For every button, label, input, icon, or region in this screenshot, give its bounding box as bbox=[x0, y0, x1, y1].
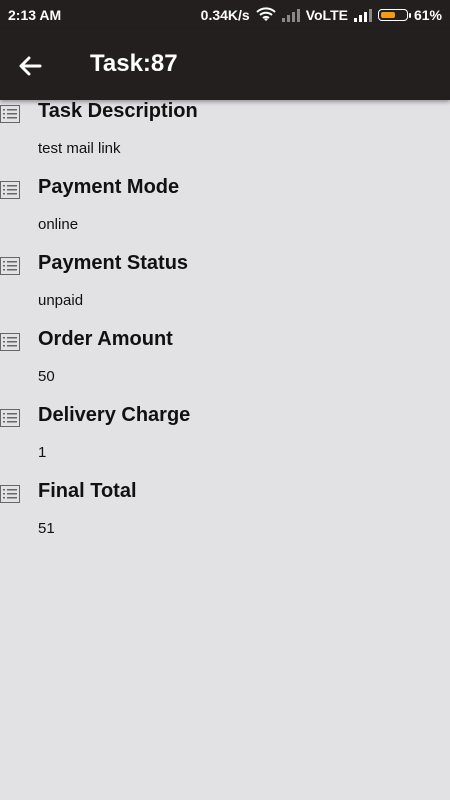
detail-order-amount: Order Amount 50 bbox=[0, 328, 450, 404]
list-icon bbox=[0, 257, 20, 275]
detail-task-description: Task Description test mail link bbox=[0, 100, 450, 176]
detail-payment-mode: Payment Mode online bbox=[0, 176, 450, 252]
list-icon bbox=[0, 105, 20, 123]
detail-label: Payment Mode bbox=[38, 176, 180, 198]
detail-label: Final Total bbox=[38, 480, 137, 502]
signal-icon bbox=[281, 8, 300, 22]
task-details: Task Description test mail link Payment … bbox=[0, 100, 450, 556]
detail-final-total: Final Total 51 bbox=[0, 480, 450, 556]
status-bar: 2:13 AM 0.34K/s VoLTE 61% bbox=[0, 0, 450, 30]
detail-label: Order Amount bbox=[38, 328, 173, 350]
page-title: Task:87 bbox=[90, 50, 178, 77]
battery-icon bbox=[377, 9, 411, 21]
detail-payment-status: Payment Status unpaid bbox=[0, 252, 450, 328]
detail-value: unpaid bbox=[38, 292, 84, 309]
detail-value: 51 bbox=[38, 520, 55, 537]
detail-value: 50 bbox=[38, 368, 55, 385]
detail-label: Payment Status bbox=[38, 252, 189, 274]
detail-value: online bbox=[38, 216, 79, 233]
detail-value: 1 bbox=[38, 444, 47, 461]
list-icon bbox=[0, 409, 20, 427]
list-icon bbox=[0, 181, 20, 199]
status-time: 2:13 AM bbox=[8, 7, 62, 23]
battery-percent: 61% bbox=[413, 7, 442, 23]
app-bar: Task:87 bbox=[0, 30, 450, 100]
status-indicators: 0.34K/s VoLTE 61% bbox=[201, 7, 442, 23]
detail-value: test mail link bbox=[38, 140, 121, 157]
signal-icon bbox=[353, 8, 372, 22]
battery-fill bbox=[380, 12, 395, 18]
detail-label: Delivery Charge bbox=[38, 404, 191, 426]
network-speed: 0.34K/s bbox=[200, 7, 250, 23]
list-icon bbox=[0, 485, 20, 503]
arrow-left-icon bbox=[19, 56, 42, 76]
detail-label: Task Description bbox=[38, 100, 198, 122]
list-icon bbox=[0, 333, 20, 351]
detail-delivery-charge: Delivery Charge 1 bbox=[0, 404, 450, 480]
back-button[interactable] bbox=[14, 50, 46, 82]
wifi-icon bbox=[256, 7, 276, 23]
network-type: VoLTE bbox=[305, 7, 348, 23]
